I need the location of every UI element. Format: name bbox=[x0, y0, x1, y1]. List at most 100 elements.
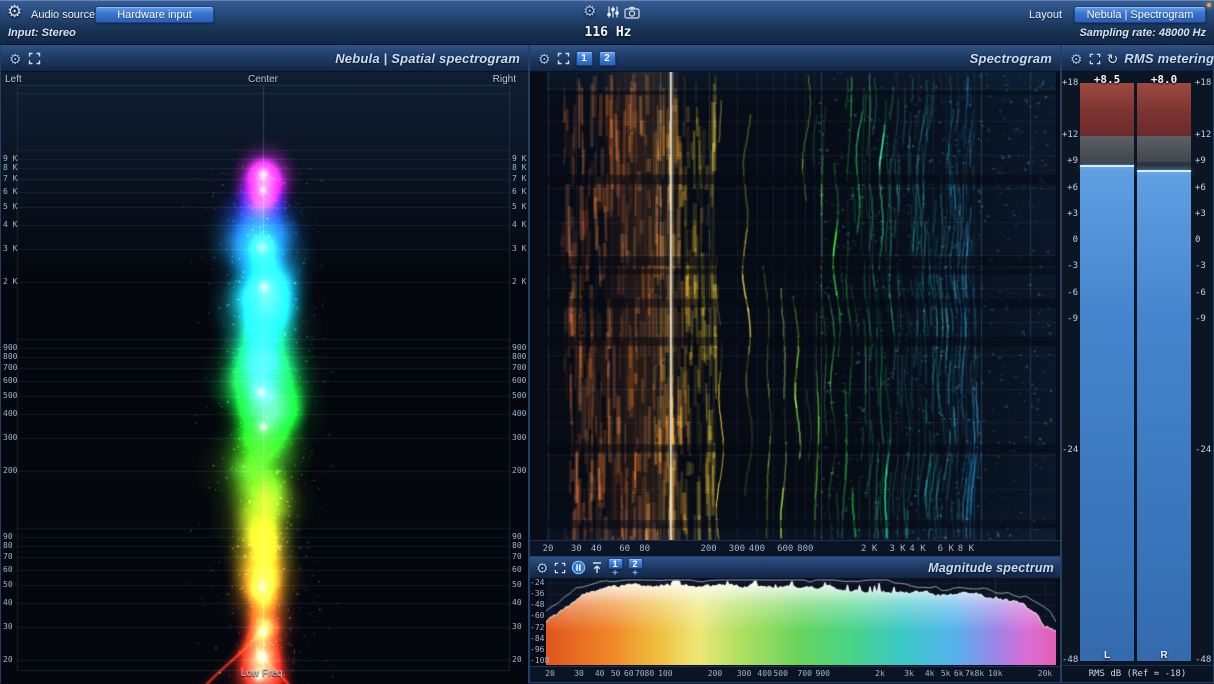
rms-ref-label: RMS dB (Ref = -18) bbox=[1089, 669, 1187, 679]
rms-scale-tick-left: -6 bbox=[1062, 289, 1078, 298]
freq-tick: 200 bbox=[708, 670, 722, 678]
main-settings-gear-icon[interactable]: ⚙ bbox=[7, 3, 22, 20]
spectrogram-fullscreen-icon[interactable] bbox=[557, 52, 570, 65]
input-info-label: Input: Stereo bbox=[8, 27, 76, 39]
magnitude-spectrum-display[interactable] bbox=[546, 579, 1056, 665]
freq-tick: 500 bbox=[773, 670, 787, 678]
rms-panel-header: ⚙ ↻ RMS metering bbox=[1062, 46, 1213, 72]
rms-meter-left bbox=[1080, 83, 1134, 661]
rms-scale-tick-left: -24 bbox=[1062, 446, 1078, 455]
meter-value-line bbox=[1137, 170, 1191, 172]
meter-seg-blue bbox=[1137, 171, 1191, 661]
magnitude-display-area: 203040506070801002003004005007009002k3k4… bbox=[530, 579, 1060, 682]
freq-tick: 80 bbox=[639, 545, 650, 554]
rms-panel-title: RMS metering bbox=[1124, 51, 1214, 66]
rms-footer: RMS dB (Ref = -18) bbox=[1062, 665, 1213, 682]
plus-icon[interactable]: + bbox=[612, 569, 618, 578]
channel-left-label: L bbox=[1080, 650, 1134, 661]
db-tick: -60 bbox=[530, 612, 544, 620]
freq-tick: 100 bbox=[658, 670, 672, 678]
magnitude-view-2-group: 2 + bbox=[628, 558, 643, 578]
rms-scale-tick-right: -3 bbox=[1195, 262, 1206, 271]
rms-settings-gear-icon[interactable]: ⚙ bbox=[1070, 52, 1083, 66]
spatial-settings-gear-icon[interactable]: ⚙ bbox=[9, 52, 22, 66]
meter-seg-red bbox=[1080, 83, 1134, 136]
freq-tick: 2 K bbox=[861, 545, 877, 554]
magnitude-view-2-button[interactable]: 2 bbox=[628, 558, 643, 569]
meter-seg-red bbox=[1137, 83, 1191, 136]
db-tick: -72 bbox=[530, 624, 544, 632]
freq-tick: 400 bbox=[749, 545, 765, 554]
freq-tick: 40 bbox=[595, 670, 605, 678]
magnitude-view-1-group: 1 + bbox=[608, 558, 623, 578]
hardware-input-button[interactable]: Hardware input bbox=[95, 6, 214, 23]
snapshot-camera-icon[interactable] bbox=[624, 6, 640, 19]
rms-scale-tick-left: +6 bbox=[1062, 184, 1078, 193]
rms-display-area: +8.5 +8.0 L R RMS dB (Ref = -18) +18+18+… bbox=[1062, 72, 1213, 682]
rms-meter-right bbox=[1137, 83, 1191, 661]
frequency-readout: 116 Hz bbox=[567, 25, 649, 40]
freq-tick: 800 bbox=[797, 545, 813, 554]
spatial-panel-header: ⚙ Nebula | Spatial spectrogram bbox=[1, 46, 528, 72]
meter-seg-gray bbox=[1137, 136, 1191, 162]
freeze-pause-icon[interactable] bbox=[571, 560, 586, 575]
freq-tick: 400 bbox=[757, 670, 771, 678]
magnitude-fullscreen-icon[interactable] bbox=[554, 562, 566, 574]
sliders-icon[interactable] bbox=[606, 5, 620, 19]
spectrogram-display[interactable] bbox=[546, 72, 1056, 540]
db-tick: -48 bbox=[530, 601, 544, 609]
spectrogram-view-2-button[interactable]: 2 bbox=[599, 51, 616, 66]
freq-tick: 3 K bbox=[889, 545, 905, 554]
freq-tick: 20k bbox=[1038, 670, 1052, 678]
freq-tick: 60 bbox=[619, 545, 630, 554]
spatial-fullscreen-icon[interactable] bbox=[28, 52, 41, 65]
freq-tick: 8 K bbox=[958, 545, 974, 554]
rms-metering-panel: ⚙ ↻ RMS metering +8.5 +8.0 L R RMS dB (R… bbox=[1061, 45, 1214, 683]
db-tick: -96 bbox=[530, 646, 544, 654]
rms-scale-tick-left: -9 bbox=[1062, 315, 1078, 324]
plus-icon[interactable]: + bbox=[632, 569, 638, 578]
rms-scale-tick-right: +3 bbox=[1195, 210, 1206, 219]
db-tick: -24 bbox=[530, 579, 544, 587]
rms-reset-icon[interactable]: ↻ bbox=[1107, 52, 1119, 66]
magnitude-panel-title: Magnitude spectrum bbox=[928, 561, 1054, 575]
rms-scale-tick-left: -48 bbox=[1062, 656, 1078, 665]
spatial-display-area: Left Center Right Low Freq. 9 K9 K8 K8 K… bbox=[1, 72, 528, 682]
freq-tick: 3k bbox=[904, 670, 914, 678]
freq-tick: 300 bbox=[737, 670, 751, 678]
db-tick: -84 bbox=[530, 635, 544, 643]
freq-tick: 30 bbox=[574, 670, 584, 678]
spectrogram-settings-gear-icon[interactable]: ⚙ bbox=[538, 52, 551, 66]
rms-scale-tick-right: -24 bbox=[1195, 446, 1211, 455]
spectrogram-panel-header: ⚙ 1 2 Spectrogram bbox=[530, 46, 1060, 72]
freq-tick: 10k bbox=[988, 670, 1002, 678]
peak-hold-arrow-icon[interactable] bbox=[591, 561, 603, 574]
sampling-rate-label: Sampling rate: 48000 Hz bbox=[1079, 27, 1206, 39]
meter-value-line bbox=[1080, 165, 1134, 167]
freq-tick: 2k bbox=[875, 670, 885, 678]
view-preset-button[interactable]: Nebula | Spectrogram bbox=[1074, 6, 1206, 23]
layout-button[interactable]: Layout bbox=[1029, 9, 1062, 21]
meter-seg-gray bbox=[1080, 136, 1134, 162]
freq-tick: 60 bbox=[624, 670, 634, 678]
rms-scale-tick-right: 0 bbox=[1195, 236, 1200, 245]
rms-fullscreen-icon[interactable] bbox=[1089, 53, 1101, 65]
spectrogram-view-1-button[interactable]: 1 bbox=[576, 51, 593, 66]
rms-scale-tick-left: -3 bbox=[1062, 262, 1078, 271]
rms-value-right: +8.0 bbox=[1137, 73, 1191, 86]
freq-tick: 600 bbox=[777, 545, 793, 554]
rms-scale-tick-right: -9 bbox=[1195, 315, 1206, 324]
freq-tick: 6 K bbox=[938, 545, 954, 554]
spatial-spectrogram-display[interactable] bbox=[1, 72, 528, 684]
rms-scale-tick-right: +9 bbox=[1195, 157, 1206, 166]
db-tick: -108 bbox=[530, 657, 544, 665]
magnitude-settings-gear-icon[interactable]: ⚙ bbox=[536, 561, 549, 575]
freq-tick: 700 bbox=[798, 670, 812, 678]
meter-seg-blue bbox=[1080, 166, 1134, 660]
rms-scale-tick-left: +18 bbox=[1062, 79, 1078, 88]
topbar: ⚙ Audio source Hardware input Input: Ste… bbox=[0, 0, 1214, 45]
spatial-spectrogram-panel: ⚙ Nebula | Spatial spectrogram Left Cent… bbox=[0, 45, 529, 683]
magnitude-view-1-button[interactable]: 1 bbox=[608, 558, 623, 569]
display-settings-gear-icon[interactable]: ⚙ bbox=[583, 4, 596, 19]
rms-scale-tick-right: -6 bbox=[1195, 289, 1206, 298]
